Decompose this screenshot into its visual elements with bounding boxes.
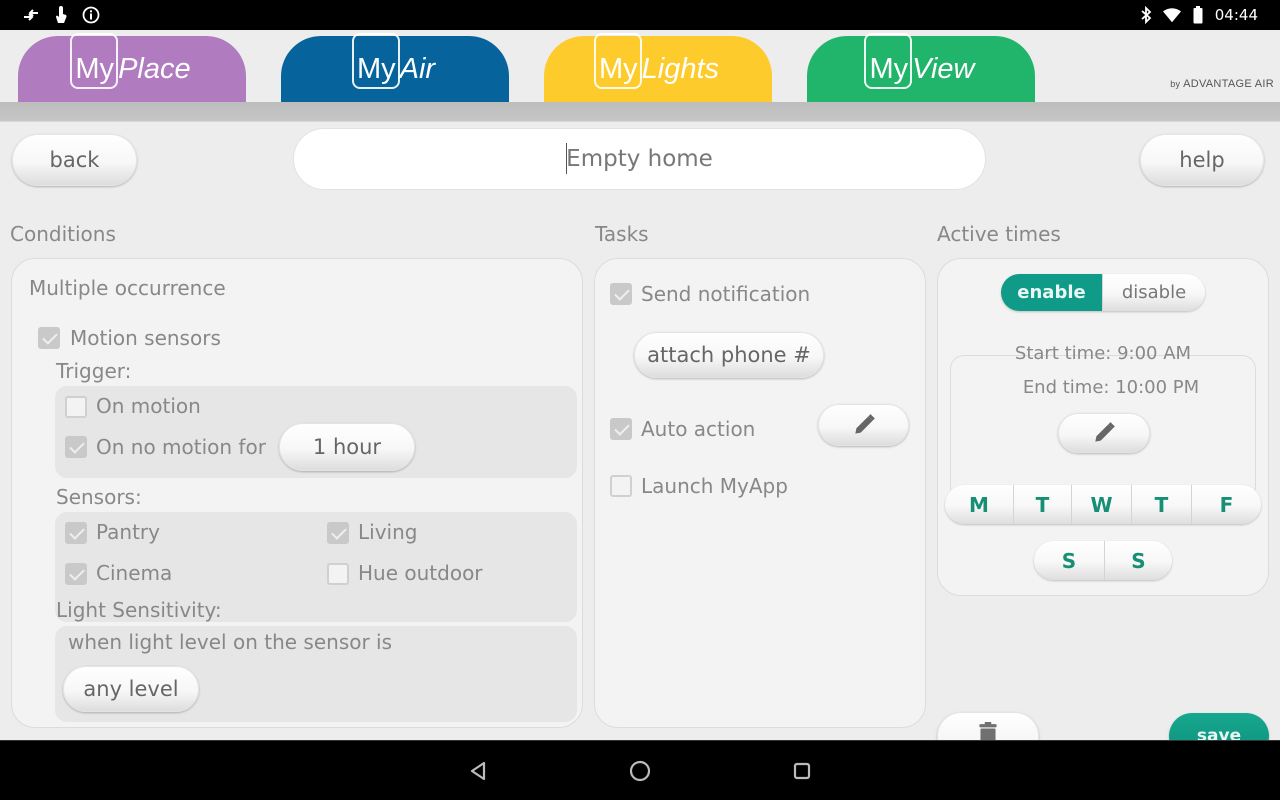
logo-my: My	[598, 52, 638, 85]
bluetooth-icon	[1137, 5, 1155, 25]
nav-recents-button[interactable]	[789, 758, 815, 784]
pencil-icon	[854, 414, 875, 434]
sensor-pantry-label: Pantry	[96, 520, 160, 544]
on-motion-checkbox[interactable]	[65, 396, 87, 418]
sensors-label: Sensors:	[56, 485, 142, 509]
myair-logo: My Air	[351, 32, 436, 89]
nav-home-button[interactable]	[627, 758, 653, 784]
tab-myair[interactable]: My Air	[281, 32, 509, 102]
weekday-selector: M T W T F	[945, 485, 1261, 524]
disable-option[interactable]: disable	[1102, 274, 1205, 311]
back-triangle-icon	[470, 761, 486, 781]
day-friday[interactable]: F	[1191, 485, 1261, 524]
on-no-motion-label: On no motion for	[96, 435, 266, 459]
tab-mylights[interactable]: My Lights	[544, 32, 772, 102]
no-motion-duration-button[interactable]: 1 hour	[279, 423, 415, 471]
brand-tabs: My Place My Air My Lights My View by ADVANTA…	[0, 30, 1280, 102]
nav-back-button[interactable]	[465, 758, 491, 784]
day-saturday[interactable]: S	[1034, 541, 1104, 580]
clock: 04:44	[1214, 6, 1258, 24]
tabs-divider	[0, 102, 1280, 122]
signal-arrows-icon	[22, 5, 40, 25]
logo-my: My	[356, 52, 396, 85]
logo-name: Place	[118, 52, 191, 85]
launch-myapp-label: Launch MyApp	[641, 474, 788, 498]
conditions-title: Conditions	[10, 222, 116, 246]
weekend-selector: S S	[1034, 541, 1172, 580]
tasks-title: Tasks	[595, 222, 649, 246]
home-circle-icon	[629, 760, 651, 782]
logo-name: Air	[399, 52, 436, 85]
system-nav-bar	[0, 740, 1280, 800]
sensor-pantry-checkbox[interactable]	[65, 522, 87, 544]
tab-myview[interactable]: My View	[807, 32, 1035, 102]
day-wednesday[interactable]: W	[1071, 485, 1131, 524]
send-notification-label: Send notification	[641, 282, 811, 306]
day-tuesday[interactable]: T	[1013, 485, 1071, 524]
logo-name: View	[912, 52, 975, 85]
logo-my: My	[869, 52, 909, 85]
attach-phone-button[interactable]: attach phone #	[634, 332, 824, 378]
battery-icon	[1189, 5, 1207, 25]
light-level-button[interactable]: any level	[63, 666, 199, 712]
launch-myapp-checkbox[interactable]	[610, 475, 632, 497]
text-caret	[566, 143, 567, 174]
scene-name-field-wrapper	[293, 128, 986, 190]
active-times-title: Active times	[937, 222, 1061, 246]
brand-credit: by ADVANTAGE AIR	[1170, 78, 1274, 90]
back-button[interactable]: back	[12, 134, 137, 186]
enable-disable-toggle: enable disable	[1001, 274, 1205, 311]
on-no-motion-checkbox[interactable]	[65, 436, 87, 458]
auto-action-checkbox[interactable]	[610, 418, 632, 440]
on-motion-label: On motion	[96, 394, 201, 418]
send-notification-checkbox[interactable]	[610, 283, 632, 305]
myview-logo: My View	[864, 32, 975, 89]
tab-myplace[interactable]: My Place	[18, 32, 246, 102]
wifi-icon	[1162, 5, 1181, 25]
end-time: End time: 10:00 PM	[1022, 377, 1200, 398]
brand-credit-company: ADVANTAGE AIR	[1183, 78, 1274, 90]
day-thursday[interactable]: T	[1131, 485, 1191, 524]
sensor-cinema-checkbox[interactable]	[65, 563, 87, 585]
sensor-living-checkbox[interactable]	[327, 522, 349, 544]
day-monday[interactable]: M	[945, 485, 1013, 524]
motion-sensors-checkbox[interactable]	[38, 327, 60, 349]
day-sunday[interactable]: S	[1104, 541, 1172, 580]
motion-sensors-label: Motion sensors	[70, 326, 221, 350]
brand-credit-by: by	[1170, 79, 1181, 89]
scene-name-input[interactable]	[293, 128, 986, 190]
mylights-logo: My Lights	[593, 32, 720, 89]
sensor-hue-outdoor-label: Hue outdoor	[358, 561, 483, 585]
logo-name: Lights	[641, 52, 720, 85]
recents-square-icon	[793, 762, 811, 780]
pencil-icon	[1095, 422, 1115, 442]
myplace-logo: My Place	[70, 32, 191, 89]
info-circle-icon	[82, 5, 100, 25]
sensor-hue-outdoor-checkbox[interactable]	[327, 563, 349, 585]
status-bar: 04:44	[0, 0, 1280, 30]
trigger-label: Trigger:	[56, 359, 132, 383]
help-button[interactable]: help	[1140, 134, 1264, 186]
app-window: My Place My Air My Lights My View by ADVANTA…	[0, 30, 1280, 760]
occurrence-label[interactable]: Multiple occurrence	[29, 276, 226, 300]
light-condition-text: when light level on the sensor is	[68, 630, 393, 654]
sensor-cinema-label: Cinema	[96, 561, 173, 585]
auto-action-label: Auto action	[641, 417, 756, 441]
enable-option[interactable]: enable	[1001, 274, 1102, 311]
sensor-living-label: Living	[358, 520, 418, 544]
edit-auto-action-button[interactable]	[818, 404, 909, 446]
edit-times-button[interactable]	[1058, 413, 1150, 453]
light-sensitivity-label: Light Sensitivity:	[56, 598, 222, 622]
start-time: Start time: 9:00 AM	[1014, 343, 1192, 364]
logo-my: My	[75, 52, 115, 85]
touch-hand-icon	[52, 5, 70, 25]
